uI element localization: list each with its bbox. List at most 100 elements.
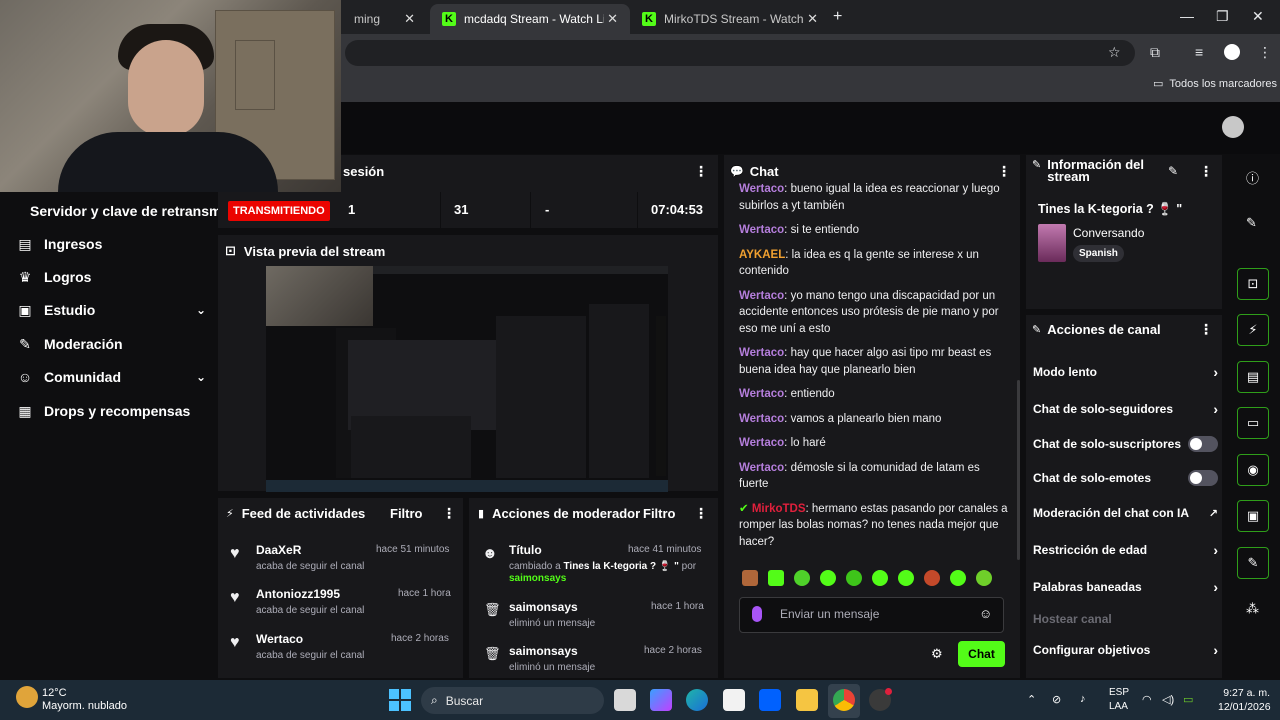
- emote-icon[interactable]: [924, 570, 940, 586]
- media-icon[interactable]: ≡: [1195, 44, 1203, 60]
- extensions-icon[interactable]: ⧉: [1150, 44, 1160, 61]
- layout-icon[interactable]: ⁂: [1246, 601, 1259, 617]
- chevron-up-icon[interactable]: ⌃: [1027, 693, 1036, 706]
- emote-icon[interactable]: [794, 570, 810, 586]
- modactions-menu-icon[interactable]: ⋮: [694, 505, 708, 522]
- broadcast-icon[interactable]: ◉: [1237, 454, 1269, 486]
- close-icon[interactable]: ✕: [404, 11, 415, 27]
- feed-filter-button[interactable]: Filtro: [390, 506, 423, 521]
- browser-tab[interactable]: K MirkoTDS Stream - Watch Live ✕: [630, 4, 830, 34]
- emote-icon[interactable]: [820, 570, 836, 586]
- emote-icon[interactable]: [898, 570, 914, 586]
- emote-icon[interactable]: [950, 570, 966, 586]
- info-menu-icon[interactable]: ⋮: [1199, 163, 1213, 180]
- close-icon[interactable]: ✕: [807, 11, 818, 27]
- new-tab-button[interactable]: +: [833, 8, 842, 26]
- language-tag: Spanish: [1073, 245, 1124, 262]
- feed-sub: acaba de seguir el canal: [256, 605, 365, 616]
- clock-time[interactable]: 9:27 a. m.: [1218, 687, 1270, 699]
- wrench-tool-icon[interactable]: ✎: [1237, 547, 1269, 579]
- chat-message: ✔ MirkoTDS: hermano estas pasando por ca…: [739, 502, 1008, 548]
- star-icon[interactable]: ☆: [1108, 44, 1121, 61]
- document-icon[interactable]: ▤: [1237, 361, 1269, 393]
- sidebar-item-ingresos[interactable]: ▤ Ingresos: [16, 233, 206, 255]
- stream-key-link[interactable]: Servidor y clave de retransm: [30, 203, 221, 219]
- task-view-icon[interactable]: [614, 689, 636, 711]
- sidebar-item-drops[interactable]: ▦ Drops y recompensas: [16, 400, 206, 422]
- action-ai-moderation[interactable]: Moderación del chat con IA ↗: [1033, 503, 1218, 523]
- wrench-icon: ✎: [1032, 324, 1042, 336]
- close-window-icon[interactable]: ✕: [1252, 8, 1264, 25]
- battery-icon[interactable]: ▭: [1183, 693, 1193, 706]
- mod-action-user[interactable]: saimonsays: [509, 573, 566, 584]
- feed-user[interactable]: Wertaco: [256, 632, 303, 646]
- emotes-only-toggle[interactable]: [1188, 470, 1218, 486]
- mod-action-name[interactable]: saimonsays: [509, 644, 578, 658]
- keyboard-lang[interactable]: ESP: [1109, 687, 1129, 698]
- browser-tab-active[interactable]: K mcdadq Stream - Watch Live o ✕: [430, 4, 630, 34]
- emote-icon[interactable]: [976, 570, 992, 586]
- edit-icon[interactable]: ✎: [1246, 215, 1257, 231]
- copilot-icon[interactable]: [650, 689, 672, 711]
- user-avatar[interactable]: [1222, 116, 1244, 138]
- mod-shield-icon[interactable]: ▣: [1237, 500, 1269, 532]
- feed-menu-icon[interactable]: ⋮: [442, 505, 456, 522]
- chat-message: Wertaco: hay que hacer algo asi tipo mr …: [739, 347, 992, 376]
- feed-user[interactable]: DaaXeR: [256, 543, 301, 557]
- emote-icon[interactable]: [768, 570, 784, 586]
- sidebar-item-logros[interactable]: ♛ Logros: [16, 266, 206, 288]
- volume-icon[interactable]: ◁): [1162, 693, 1174, 706]
- close-icon[interactable]: ✕: [607, 11, 618, 27]
- menu-icon[interactable]: ⋮: [1258, 44, 1272, 61]
- emote-icon[interactable]: [846, 570, 862, 586]
- preview-toggle-icon[interactable]: ⊡: [1237, 268, 1269, 300]
- lightning-icon[interactable]: ⚡: [1237, 314, 1269, 346]
- sidebar-item-comunidad[interactable]: ☺ Comunidad ⌄: [16, 366, 206, 388]
- feed-user[interactable]: Antoniozz1995: [256, 587, 340, 601]
- minimize-icon[interactable]: —: [1180, 8, 1194, 24]
- modactions-filter-button[interactable]: Filtro: [643, 506, 676, 521]
- file-explorer-icon[interactable]: [796, 689, 818, 711]
- chat-scrollbar[interactable]: [1017, 380, 1020, 560]
- store-icon[interactable]: [723, 689, 745, 711]
- microphone-icon[interactable]: ♪: [1080, 693, 1086, 705]
- category-thumbnail[interactable]: [1038, 224, 1066, 262]
- session-menu-icon[interactable]: ⋮: [694, 163, 708, 180]
- dropbox-icon[interactable]: [759, 689, 781, 711]
- stream-preview-video[interactable]: [266, 266, 668, 492]
- action-followers-only[interactable]: Chat de solo-seguidores ›: [1033, 399, 1218, 419]
- chat-menu-icon[interactable]: ⋮: [997, 163, 1011, 180]
- sidebar-item-moderacion[interactable]: ✎ Moderación: [16, 333, 206, 355]
- taskbar-search[interactable]: ⌕ Buscar: [421, 687, 604, 714]
- profile-avatar[interactable]: [1224, 44, 1240, 60]
- action-slow-mode[interactable]: Modo lento ›: [1033, 362, 1218, 382]
- wifi-icon[interactable]: ◠: [1142, 693, 1152, 706]
- address-bar[interactable]: [345, 40, 1135, 66]
- actions-menu-icon[interactable]: ⋮: [1199, 321, 1213, 338]
- maximize-icon[interactable]: ❐: [1216, 8, 1229, 25]
- chrome-icon[interactable]: [833, 689, 855, 711]
- weather-icon[interactable]: [16, 686, 38, 708]
- category-name[interactable]: Conversando: [1073, 226, 1144, 240]
- edge-icon[interactable]: [686, 689, 708, 711]
- chat-icon[interactable]: ▭: [1237, 407, 1269, 439]
- network-off-icon[interactable]: ⊘: [1052, 693, 1061, 706]
- send-chat-button[interactable]: Chat: [958, 641, 1005, 667]
- emote-icon[interactable]: [872, 570, 888, 586]
- emoji-icon[interactable]: ☺: [979, 606, 992, 621]
- mod-action-name[interactable]: saimonsays: [509, 600, 578, 614]
- action-age-restriction[interactable]: Restricción de edad ›: [1033, 540, 1218, 560]
- chat-badge-icon[interactable]: [752, 606, 762, 622]
- emote-icon[interactable]: [742, 570, 758, 586]
- action-banned-words[interactable]: Palabras baneadas ›: [1033, 577, 1218, 597]
- info-icon[interactable]: ⓘ: [1246, 168, 1259, 187]
- subs-only-toggle[interactable]: [1188, 436, 1218, 452]
- action-configure-goals[interactable]: Configurar objetivos ›: [1033, 640, 1218, 660]
- windows-start-icon[interactable]: [389, 689, 411, 711]
- action-subs-only: Chat de solo-suscriptores: [1033, 434, 1218, 454]
- settings-gear-icon[interactable]: ⚙: [931, 646, 943, 662]
- bookmarks-folder[interactable]: ▭ Todos los marcadores: [1153, 77, 1277, 91]
- browser-tab[interactable]: ming ✕: [342, 4, 427, 34]
- edit-pencil-icon[interactable]: ✎: [1168, 164, 1178, 178]
- sidebar-item-estudio[interactable]: ▣ Estudio ⌄: [16, 299, 206, 321]
